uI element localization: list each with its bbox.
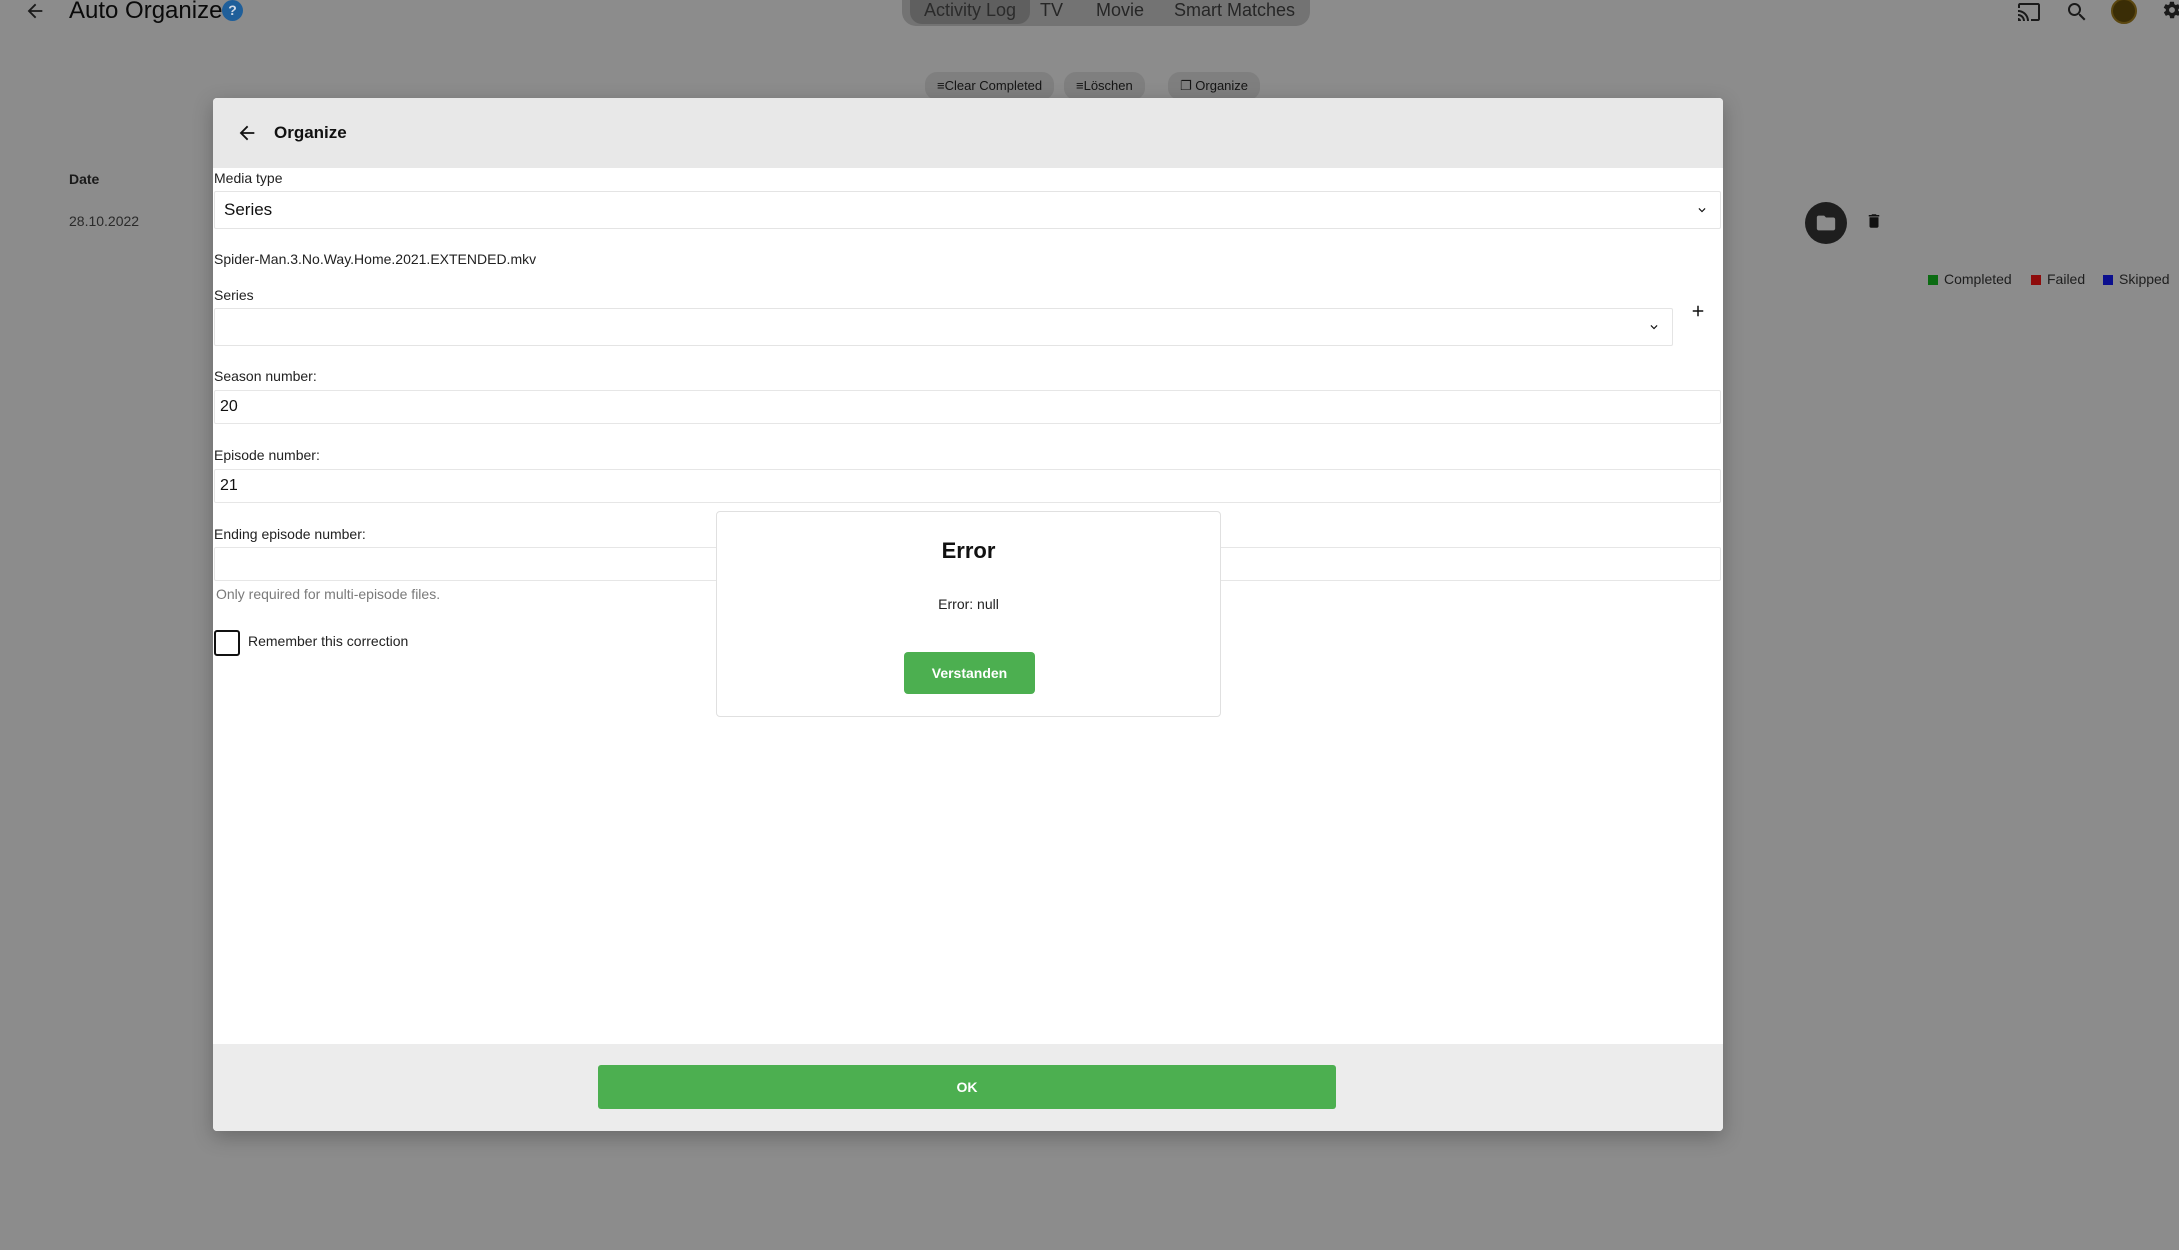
back-arrow-icon[interactable]: [235, 122, 259, 144]
delete-button[interactable]: ≡Löschen: [1064, 72, 1145, 100]
error-alert: Error Error: null Verstanden: [716, 511, 1221, 717]
legend-failed: Failed: [2031, 271, 2085, 287]
cast-icon[interactable]: [2016, 0, 2042, 24]
date-column-header: Date: [69, 171, 100, 187]
ending-episode-hint: Only required for multi-episode files.: [216, 586, 441, 602]
dialog-title: Organize: [274, 123, 347, 142]
ok-button[interactable]: OK: [598, 1065, 1336, 1109]
series-label: Series: [214, 287, 254, 303]
legend-completed: Completed: [1928, 271, 2012, 287]
series-select[interactable]: [214, 308, 1673, 346]
episode-number-label: Episode number:: [214, 447, 320, 463]
add-series-plus-icon[interactable]: [1689, 302, 1707, 320]
help-icon[interactable]: ?: [222, 0, 243, 21]
media-type-label: Media type: [214, 170, 283, 186]
tab-tv[interactable]: TV: [1040, 0, 1063, 21]
back-arrow-icon[interactable]: [22, 0, 48, 22]
tab-smart-matches[interactable]: Smart Matches: [1174, 0, 1295, 21]
search-icon[interactable]: [2064, 0, 2090, 24]
chevron-down-icon: [1698, 208, 1706, 213]
file-name: Spider-Man.3.No.Way.Home.2021.EXTENDED.m…: [214, 251, 537, 267]
page-title: Auto Organize: [69, 0, 223, 24]
app-header: Auto Organize ? Activity Log TV Movie Sm…: [0, 0, 2179, 40]
trash-icon[interactable]: [1865, 210, 1883, 232]
tab-bar: Activity Log TV Movie Smart Matches: [902, 0, 1310, 26]
tab-movie[interactable]: Movie: [1096, 0, 1144, 21]
ending-episode-number-label: Ending episode number:: [214, 526, 366, 542]
legend-swatch-skipped: [2103, 275, 2113, 285]
alert-title: Error: [941, 538, 996, 563]
legend-swatch-failed: [2031, 275, 2041, 285]
dialog-footer: OK: [213, 1044, 1723, 1131]
avatar[interactable]: [2111, 0, 2137, 24]
alert-confirm-button[interactable]: Verstanden: [904, 652, 1035, 694]
tab-activity-log[interactable]: Activity Log: [910, 0, 1031, 24]
chevron-down-icon: [1650, 325, 1658, 330]
copy-icon: ❐: [1180, 78, 1196, 93]
legend-skipped: Skipped: [2103, 271, 2170, 287]
organize-button[interactable]: ❐ Organize: [1168, 72, 1261, 100]
remember-correction-checkbox[interactable]: [214, 630, 240, 656]
media-type-select[interactable]: Series: [214, 191, 1721, 229]
legend-swatch-completed: [1928, 275, 1938, 285]
season-number-input[interactable]: 20: [214, 390, 1721, 424]
dialog-header: Organize: [213, 98, 1723, 168]
clear-completed-button[interactable]: ≡Clear Completed: [925, 72, 1055, 100]
table-row-date: 28.10.2022: [69, 213, 140, 229]
sort-icon: ≡: [1076, 78, 1084, 93]
folder-icon: [1816, 215, 1836, 231]
gear-icon[interactable]: [2162, 0, 2179, 20]
season-number-label: Season number:: [214, 368, 317, 384]
sort-icon: ≡: [937, 78, 945, 93]
media-type-value: Series: [224, 200, 273, 219]
episode-number-input[interactable]: 21: [214, 469, 1721, 503]
remember-correction-label: Remember this correction: [248, 633, 409, 649]
alert-message: Error: null: [938, 596, 999, 612]
folder-button[interactable]: [1805, 202, 1847, 244]
